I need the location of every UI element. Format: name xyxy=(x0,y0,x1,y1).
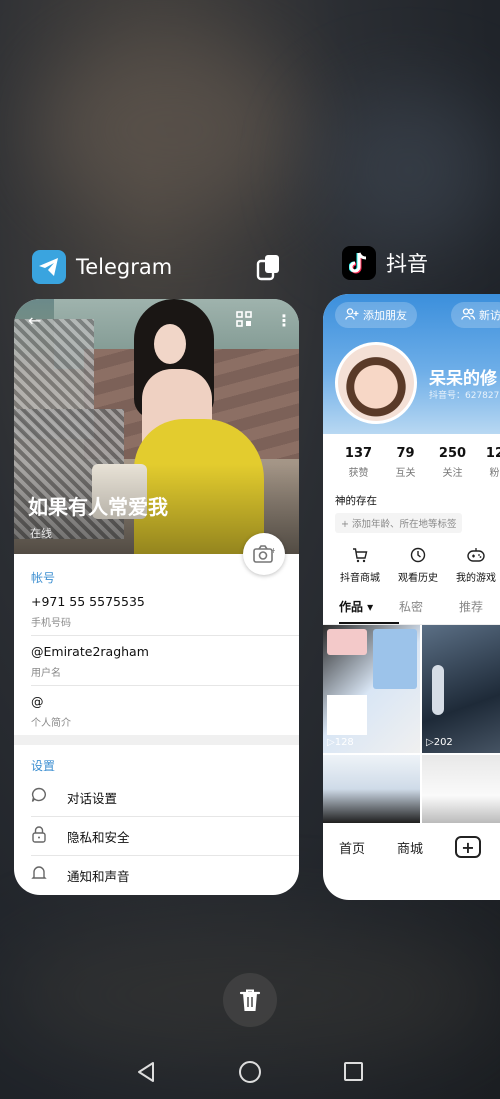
view-count: ▷202 xyxy=(426,737,453,748)
douyin-app-header[interactable]: 抖音 xyxy=(342,246,428,280)
douyin-app-name: 抖音 xyxy=(386,252,428,276)
nav-mall[interactable]: 商城 xyxy=(381,838,439,857)
douyin-id: 抖音号：627827 xyxy=(429,391,500,401)
plus-icon: + xyxy=(461,837,475,857)
bell-icon xyxy=(31,865,51,886)
view-count: ▷128 xyxy=(327,737,354,748)
profile-stats: 137获赞 79互关 250关注 126粉丝 xyxy=(323,434,500,479)
tool-history[interactable]: 观看历史 xyxy=(389,547,447,584)
back-arrow-icon[interactable]: ← xyxy=(28,311,41,330)
recents-icon[interactable] xyxy=(344,1062,363,1081)
tool-games[interactable]: 我的游戏 xyxy=(447,547,500,584)
camera-icon: + xyxy=(253,545,275,563)
douyin-bottom-nav: 首页 商城 + xyxy=(323,824,500,870)
username-field[interactable]: @Emirate2ragham 用户名 xyxy=(31,636,299,686)
lock-icon xyxy=(31,825,51,847)
wallpaper-blob xyxy=(320,90,500,250)
bio-label: 个人简介 xyxy=(31,718,71,729)
add-friend-button[interactable]: 添加朋友 xyxy=(335,302,417,328)
cart-icon xyxy=(331,547,389,569)
video-thumbnail[interactable] xyxy=(422,755,500,823)
settings-item-notifications-label: 通知和声音 xyxy=(67,869,130,884)
settings-item-chat-label: 对话设置 xyxy=(67,790,118,806)
tab-recommended[interactable]: 推荐 xyxy=(459,598,500,624)
tool-shop[interactable]: 抖音商城 xyxy=(331,547,389,584)
phone-number-field[interactable]: +971 55 5575535 手机号码 xyxy=(31,586,299,636)
visitors-label: 新访 xyxy=(479,309,500,322)
profile-name: 如果有人常爱我 xyxy=(28,495,168,519)
add-tags-button[interactable]: + 添加年龄、所在地等标签 xyxy=(335,513,463,533)
lock-app-icon[interactable] xyxy=(256,253,282,281)
douyin-logo-icon xyxy=(342,246,376,280)
add-friend-label: 添加朋友 xyxy=(363,309,407,322)
stat-following[interactable]: 250 关注 xyxy=(429,446,476,479)
home-icon[interactable] xyxy=(239,1061,261,1083)
trash-icon xyxy=(239,989,261,1011)
bio-field[interactable]: @ 个人简介 xyxy=(31,686,299,735)
create-post-button[interactable]: + xyxy=(455,836,481,858)
settings-item-chat[interactable]: 对话设置 xyxy=(31,778,299,817)
username-label: 用户名 xyxy=(31,668,61,679)
settings-item-notifications[interactable]: 通知和声音 xyxy=(31,856,299,895)
douyin-recent-card[interactable]: 添加朋友 新访 呆呆的修 抖音号：627827 137 获赞 79 互关 250 关注… xyxy=(323,294,500,900)
chat-bubble-icon xyxy=(31,787,51,807)
more-menu-icon[interactable]: ⋮ xyxy=(276,311,292,330)
settings-item-privacy-label: 隐私和安全 xyxy=(67,829,130,845)
telegram-app-header[interactable]: Telegram xyxy=(32,250,172,284)
douyin-profile-header: 添加朋友 新访 呆呆的修 抖音号：627827 xyxy=(323,294,500,434)
video-thumbnail[interactable] xyxy=(323,755,420,823)
profile-bio: 神的存在 xyxy=(335,495,377,507)
avatar[interactable] xyxy=(335,342,417,424)
wallpaper-blob xyxy=(40,40,300,220)
profile-tools: 抖音商城 观看历史 我的游戏 xyxy=(323,533,500,584)
clock-icon xyxy=(389,547,447,569)
system-navigation-bar xyxy=(0,1058,500,1086)
profile-status: 在线 xyxy=(30,527,52,540)
video-thumbnail[interactable]: ▷128 xyxy=(323,625,420,753)
telegram-app-name: Telegram xyxy=(76,255,173,279)
content-tabs: 作品 ▾ 私密 推荐 xyxy=(323,584,500,625)
set-photo-camera-button[interactable]: + xyxy=(243,533,285,575)
username-value: @Emirate2ragham xyxy=(31,644,149,659)
users-icon xyxy=(461,307,476,323)
svg-text:+: + xyxy=(270,546,275,555)
telegram-recent-card[interactable]: ← ⋮ 如果有人常爱我 在线 + 帐号 +971 55 5575535 手机号码… xyxy=(14,299,299,895)
stat-mutual[interactable]: 79 互关 xyxy=(382,446,429,479)
settings-item-privacy[interactable]: 隐私和安全 xyxy=(31,817,299,856)
phone-number-value: +971 55 5575535 xyxy=(31,594,145,609)
gamepad-icon xyxy=(447,547,500,569)
clear-all-recents-button[interactable] xyxy=(223,973,277,1027)
tab-private[interactable]: 私密 xyxy=(399,598,459,624)
qr-code-icon[interactable] xyxy=(236,311,252,331)
profile-cover-photo: ← ⋮ 如果有人常爱我 在线 xyxy=(14,299,299,554)
bio-value: @ xyxy=(31,694,44,709)
stat-likes[interactable]: 137 获赞 xyxy=(335,446,382,479)
phone-number-label: 手机号码 xyxy=(31,618,71,629)
video-thumbnail[interactable]: ▷202 xyxy=(422,625,500,753)
add-user-icon xyxy=(345,307,359,323)
section-divider xyxy=(14,735,299,745)
tab-works[interactable]: 作品 ▾ xyxy=(339,598,399,624)
profile-nickname: 呆呆的修 xyxy=(429,369,497,389)
video-grid: ▷128 ▷202 xyxy=(323,625,500,823)
settings-section-title: 设置 xyxy=(31,759,56,773)
back-icon[interactable] xyxy=(136,1061,156,1087)
stat-followers[interactable]: 126粉丝 xyxy=(476,446,500,479)
nav-home[interactable]: 首页 xyxy=(323,838,381,857)
telegram-logo-icon xyxy=(32,250,66,284)
visitors-button[interactable]: 新访 xyxy=(451,302,500,328)
